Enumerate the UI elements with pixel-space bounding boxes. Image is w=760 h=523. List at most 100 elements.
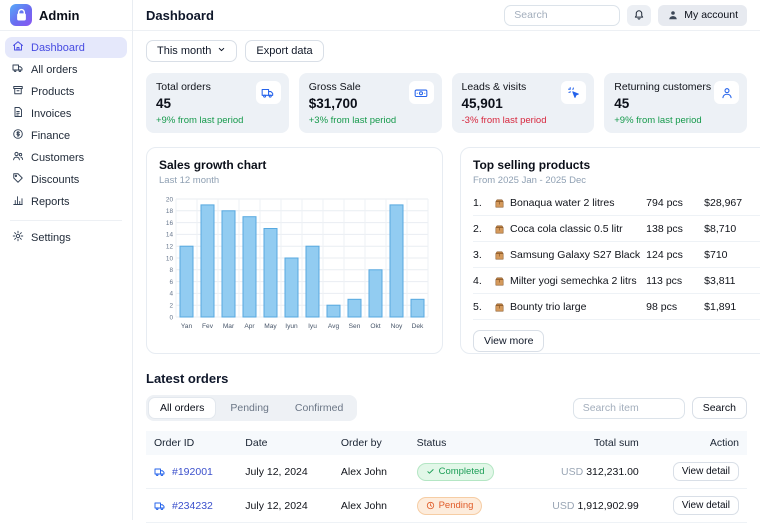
- page-title: Dashboard: [146, 7, 214, 23]
- tab-all-orders[interactable]: All orders: [148, 397, 217, 419]
- product-rank: 1.: [473, 197, 482, 209]
- product-rank: 5.: [473, 301, 482, 313]
- notifications-button[interactable]: [627, 4, 652, 26]
- sidebar-item-dashboard[interactable]: Dashboard: [5, 37, 127, 58]
- sidebar-divider: [10, 220, 122, 221]
- order-id-link[interactable]: #192001: [154, 466, 229, 478]
- clock-icon: [426, 501, 435, 510]
- orders-toolbar: All orders Pending Confirmed Search: [146, 395, 747, 421]
- sidebar: Admin Dashboard All orders Products Invoice…: [0, 0, 133, 520]
- svg-text:May: May: [264, 323, 277, 330]
- column-header-total-sum: Total sum: [521, 431, 647, 455]
- svg-text:Iyu: Iyu: [308, 323, 317, 330]
- sidebar-item-label: Products: [31, 85, 75, 98]
- brand-name: Admin: [39, 7, 80, 23]
- period-dropdown[interactable]: This month: [146, 40, 238, 62]
- sidebar-item-finance[interactable]: Finance: [5, 125, 127, 146]
- product-name: Coca cola classic 0.5 litr: [494, 223, 640, 235]
- box-icon: [12, 84, 24, 99]
- svg-text:16: 16: [166, 220, 174, 227]
- order-total: USD 1,912,902.99: [521, 488, 647, 523]
- svg-text:Avg: Avg: [328, 323, 340, 330]
- product-amount: $710: [704, 249, 728, 261]
- bar-Iyu: [305, 245, 320, 318]
- status-badge: Pending: [416, 496, 483, 515]
- orders-search-button[interactable]: Search: [691, 397, 747, 419]
- export-data-label: Export data: [256, 45, 313, 57]
- tag-icon: [12, 172, 24, 187]
- order-id-link[interactable]: #234232: [154, 500, 229, 512]
- sidebar-item-invoices[interactable]: Invoices: [5, 103, 127, 124]
- search-input[interactable]: [504, 4, 621, 26]
- package-icon: [494, 276, 505, 287]
- product-name: Bonaqua water 2 litres: [494, 197, 640, 209]
- column-header-order-id: Order ID: [146, 431, 238, 455]
- svg-text:Iyun: Iyun: [285, 323, 298, 330]
- svg-text:10: 10: [166, 255, 174, 262]
- table-row: #234232 July 12, 2024 Alex John Pending USD 1…: [146, 488, 747, 523]
- sidebar-item-label: Settings: [31, 231, 71, 244]
- view-detail-button[interactable]: View detail: [672, 462, 739, 481]
- order-by: Alex John: [332, 455, 409, 489]
- order-by: Alex John: [332, 488, 409, 523]
- orders-tabs: All orders Pending Confirmed: [146, 395, 358, 421]
- product-quantity: 794 pcs: [646, 197, 683, 209]
- topbar: Dashboard My account: [133, 0, 760, 31]
- sidebar-item-products[interactable]: Products: [5, 81, 127, 102]
- product-quantity: 138 pcs: [646, 223, 683, 235]
- tab-pending[interactable]: Pending: [218, 397, 281, 419]
- orders-search-input[interactable]: [572, 397, 685, 419]
- invoice-icon: [12, 106, 24, 121]
- svg-text:Fev: Fev: [202, 323, 214, 330]
- product-quantity: 98 pcs: [646, 301, 678, 313]
- svg-text:Apr: Apr: [244, 323, 255, 330]
- bar-Noy: [389, 204, 404, 318]
- truck-icon: [255, 81, 281, 104]
- product-rank: 4.: [473, 275, 482, 287]
- stat-card-total-orders: Total orders 45 +9% from last period: [146, 73, 289, 133]
- export-data-button[interactable]: Export data: [245, 40, 324, 62]
- check-icon: [426, 467, 435, 476]
- view-more-button[interactable]: View more: [473, 330, 545, 352]
- shopping-bag-logo-icon: [10, 4, 32, 26]
- chart-area: 0 2 4 6 8 10 12 14 16 18 20 Yan Fev Mar Apr May Iyun Iyu A…: [159, 194, 430, 335]
- product-amount: $8,710: [704, 223, 737, 235]
- stat-card-delta: +3% from last period: [308, 115, 397, 126]
- sidebar-nav: Dashboard All orders Products Invoices Finan…: [0, 31, 132, 214]
- table-row: #192001 July 12, 2024 Alex John Completed US…: [146, 455, 747, 489]
- product-rank: 3.: [473, 249, 482, 261]
- column-header-action: Action: [646, 431, 747, 455]
- sidebar-item-reports[interactable]: Reports: [5, 191, 127, 212]
- tab-confirmed[interactable]: Confirmed: [283, 397, 355, 419]
- product-amount: $1,891: [704, 301, 737, 313]
- sales-growth-chart-svg: 0 2 4 6 8 10 12 14 16 18 20 Yan Fev Mar Apr May Iyun Iyu A…: [166, 196, 429, 330]
- top-products-title: Top selling products: [473, 158, 591, 172]
- view-detail-button[interactable]: View detail: [672, 496, 739, 515]
- latest-orders-title: Latest orders: [146, 371, 229, 386]
- truck-icon: [12, 62, 24, 77]
- stat-card-delta: +9% from last period: [614, 115, 702, 126]
- sidebar-item-all-orders[interactable]: All orders: [5, 59, 127, 80]
- chevron-down-icon: [217, 45, 226, 57]
- gear-icon: [12, 230, 24, 245]
- sidebar-item-settings[interactable]: Settings: [5, 227, 127, 248]
- product-row: 1. Bonaqua water 2 litres 794 pcs $28,967: [473, 190, 760, 216]
- sidebar-item-label: Customers: [31, 151, 85, 164]
- dashboard-content: This month Export data Total orders 45 +9%…: [133, 31, 760, 523]
- sidebar-item-customers[interactable]: Customers: [5, 147, 127, 168]
- bell-icon: [633, 8, 645, 23]
- my-account-button[interactable]: My account: [658, 4, 747, 26]
- users-icon: [12, 150, 24, 165]
- product-name: Bounty trio large: [494, 301, 640, 313]
- sidebar-item-discounts[interactable]: Discounts: [5, 169, 127, 190]
- svg-text:14: 14: [166, 232, 174, 239]
- my-account-label: My account: [684, 9, 738, 21]
- svg-text:Dek: Dek: [412, 323, 424, 330]
- sidebar-item-label: Invoices: [31, 107, 72, 120]
- svg-text:0: 0: [169, 314, 173, 321]
- product-amount: $3,811: [704, 275, 736, 287]
- column-header-status: Status: [408, 431, 522, 455]
- bar-May: [263, 228, 278, 318]
- svg-text:2: 2: [169, 303, 173, 310]
- product-name: Milter yogi semechka 2 litrs: [494, 275, 640, 287]
